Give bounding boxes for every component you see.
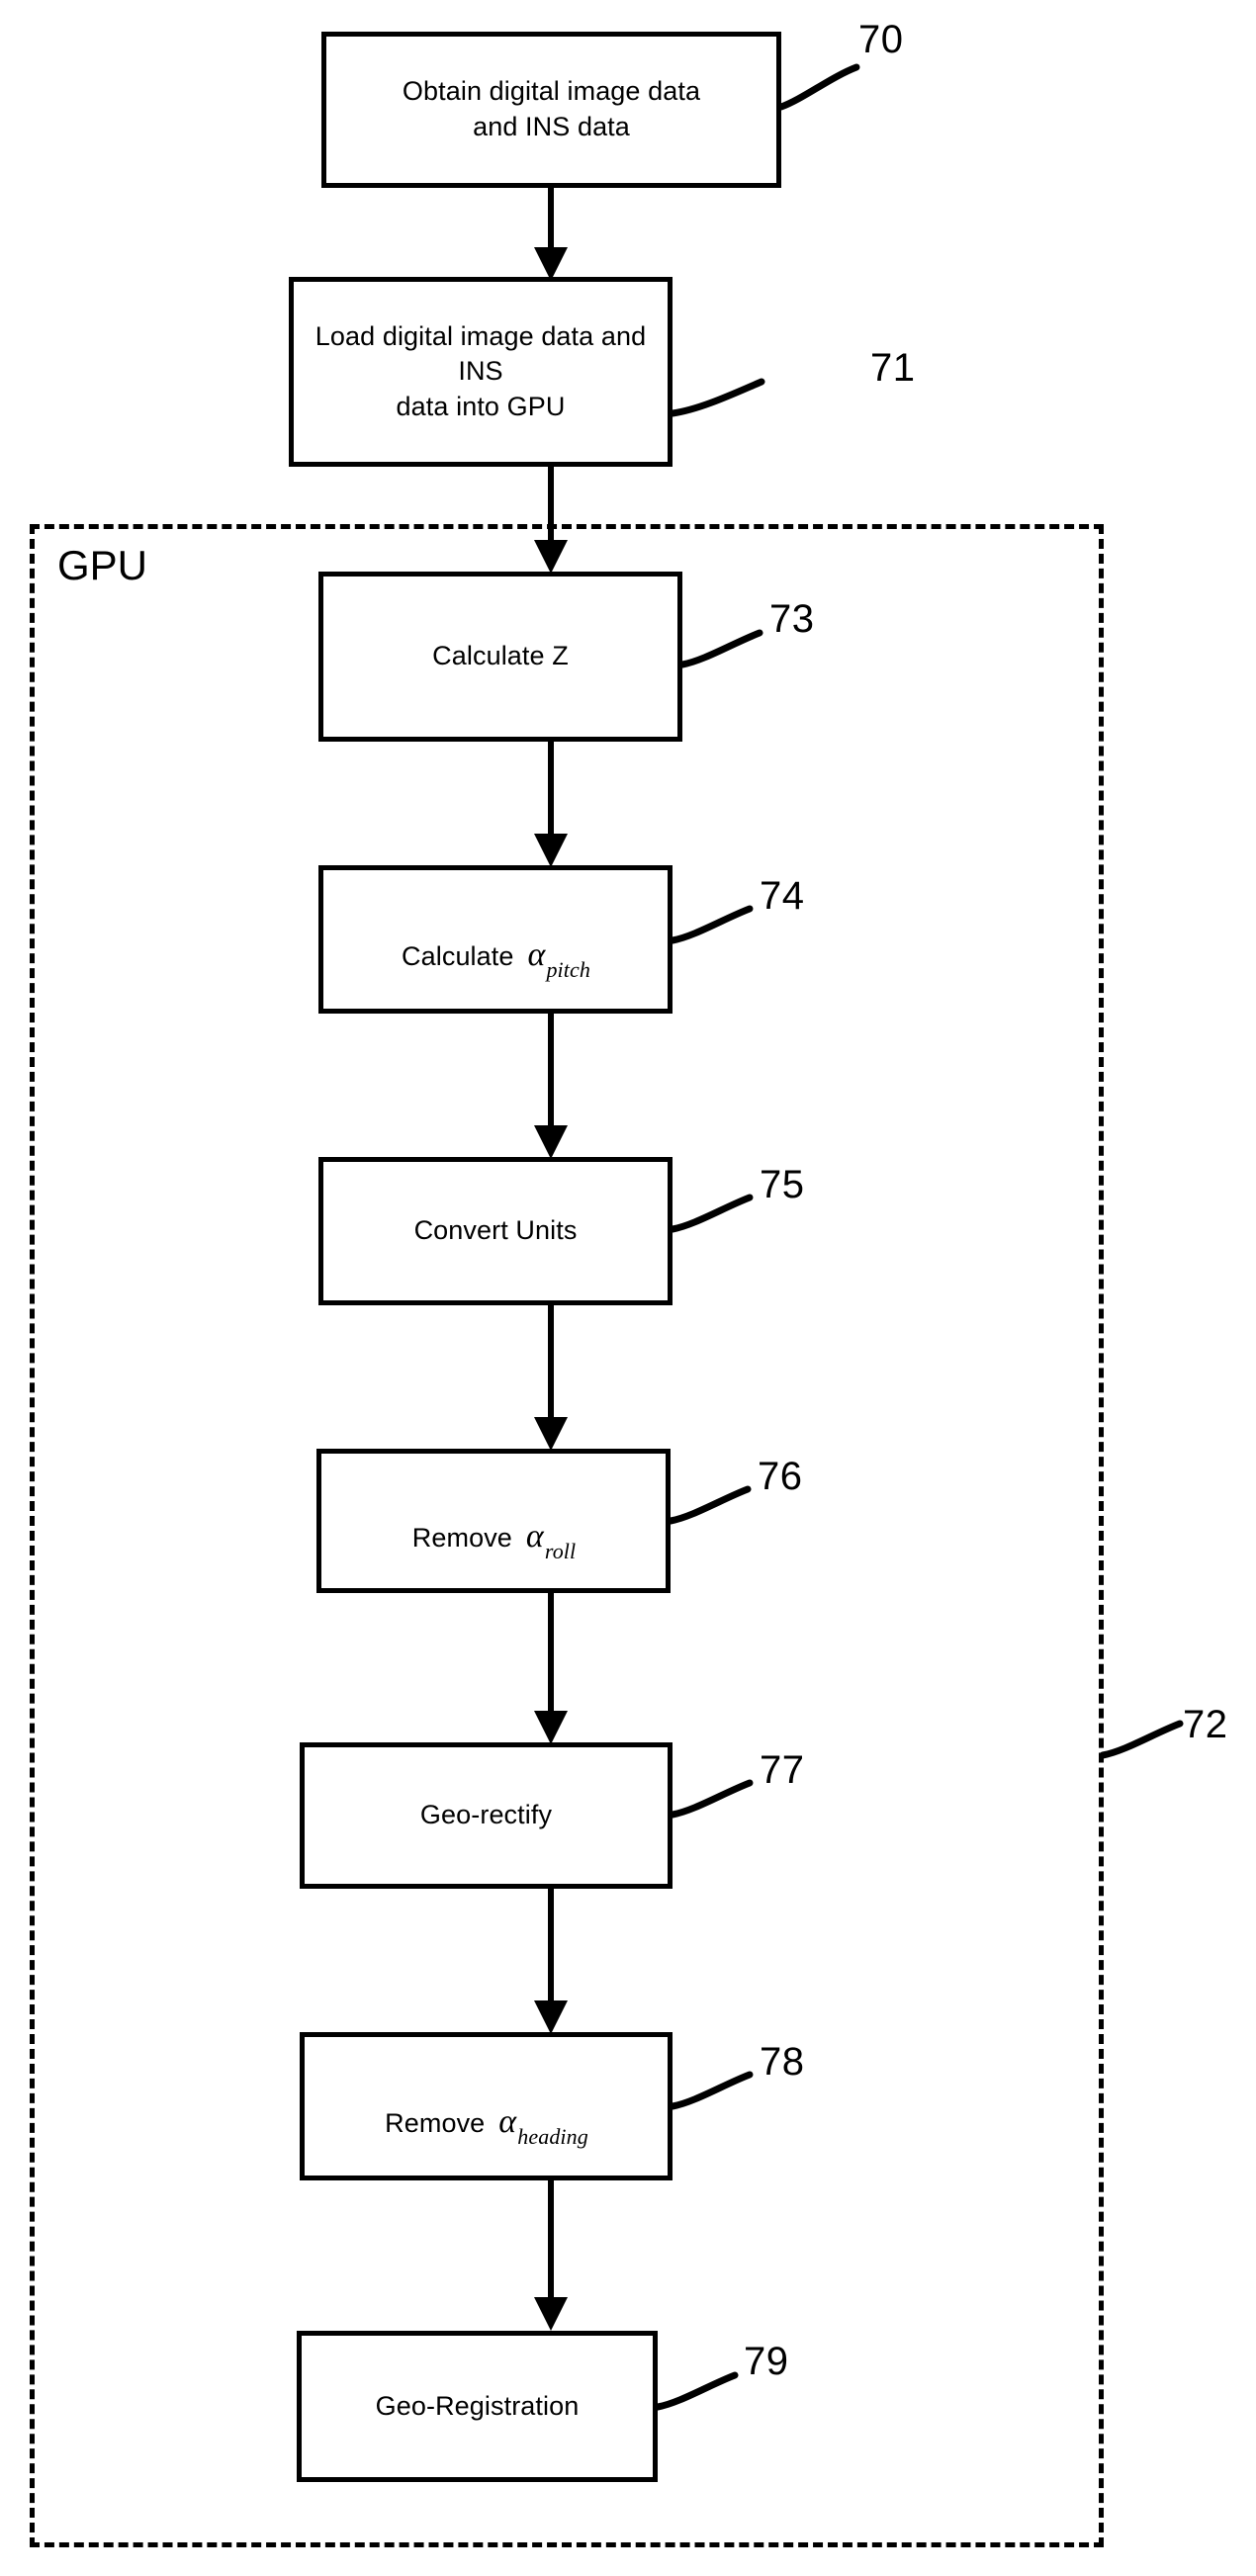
reference-numeral-71: 71 [870,346,916,390]
process-box-75[interactable]: Convert Units [318,1157,673,1305]
arrow-70-to-71 [534,188,568,281]
process-box-70-label: Obtain digital image data and INS data [402,76,701,141]
process-box-77[interactable]: Geo-rectify [300,1742,673,1889]
alpha-subscript-roll: roll [544,1538,577,1563]
process-box-74-label: Calculate αpitch [388,903,603,980]
process-box-76-label: Remove αroll [399,1484,588,1561]
leader-line-72 [1099,1720,1184,1759]
alpha-symbol: α [498,2103,517,2141]
process-box-74[interactable]: Calculate αpitch [318,865,673,1014]
alpha-heading-term: αheading [498,2103,587,2147]
reference-numeral-77: 77 [760,1748,805,1792]
process-box-79[interactable]: Geo-Registration [297,2331,658,2482]
gpu-group-label: GPU [57,542,148,588]
process-box-71[interactable]: Load digital image data and INS data int… [289,277,673,467]
reference-numeral-70: 70 [858,18,904,61]
alpha-subscript-heading: heading [517,2123,588,2149]
process-box-73-label: Calculate Z [432,641,569,671]
process-box-79-label: Geo-Registration [375,2390,580,2421]
process-box-73[interactable]: Calculate Z [318,572,682,742]
process-box-74-text: Calculate [402,941,514,972]
process-box-76[interactable]: Remove αroll [316,1449,671,1593]
alpha-symbol: α [527,936,546,974]
leader-line-70 [777,63,860,111]
alpha-roll-term: αroll [525,1518,576,1561]
reference-numeral-74: 74 [760,874,805,918]
process-box-78-label: Remove αheading [371,2070,601,2147]
reference-numeral-79: 79 [744,2340,789,2383]
process-box-78[interactable]: Remove αheading [300,2032,673,2180]
reference-numeral-76: 76 [758,1455,803,1498]
process-box-70[interactable]: Obtain digital image data and INS data [321,32,781,188]
process-box-78-text: Remove [385,2108,486,2139]
process-box-75-label: Convert Units [413,1215,578,1246]
alpha-pitch-term: αpitch [527,936,590,980]
reference-numeral-72: 72 [1183,1703,1228,1746]
reference-numeral-75: 75 [760,1163,805,1206]
process-box-71-label: Load digital image data and INS data int… [314,320,647,421]
reference-numeral-78: 78 [760,2040,805,2084]
process-box-76-text: Remove [411,1523,512,1554]
alpha-subscript-pitch: pitch [546,956,590,982]
figure-canvas: GPU Obtain digital image data and INS da… [0,0,1256,2576]
reference-numeral-73: 73 [769,597,815,641]
process-box-77-label: Geo-rectify [419,1800,553,1830]
leader-line-71 [669,378,765,417]
alpha-symbol: α [525,1518,544,1555]
